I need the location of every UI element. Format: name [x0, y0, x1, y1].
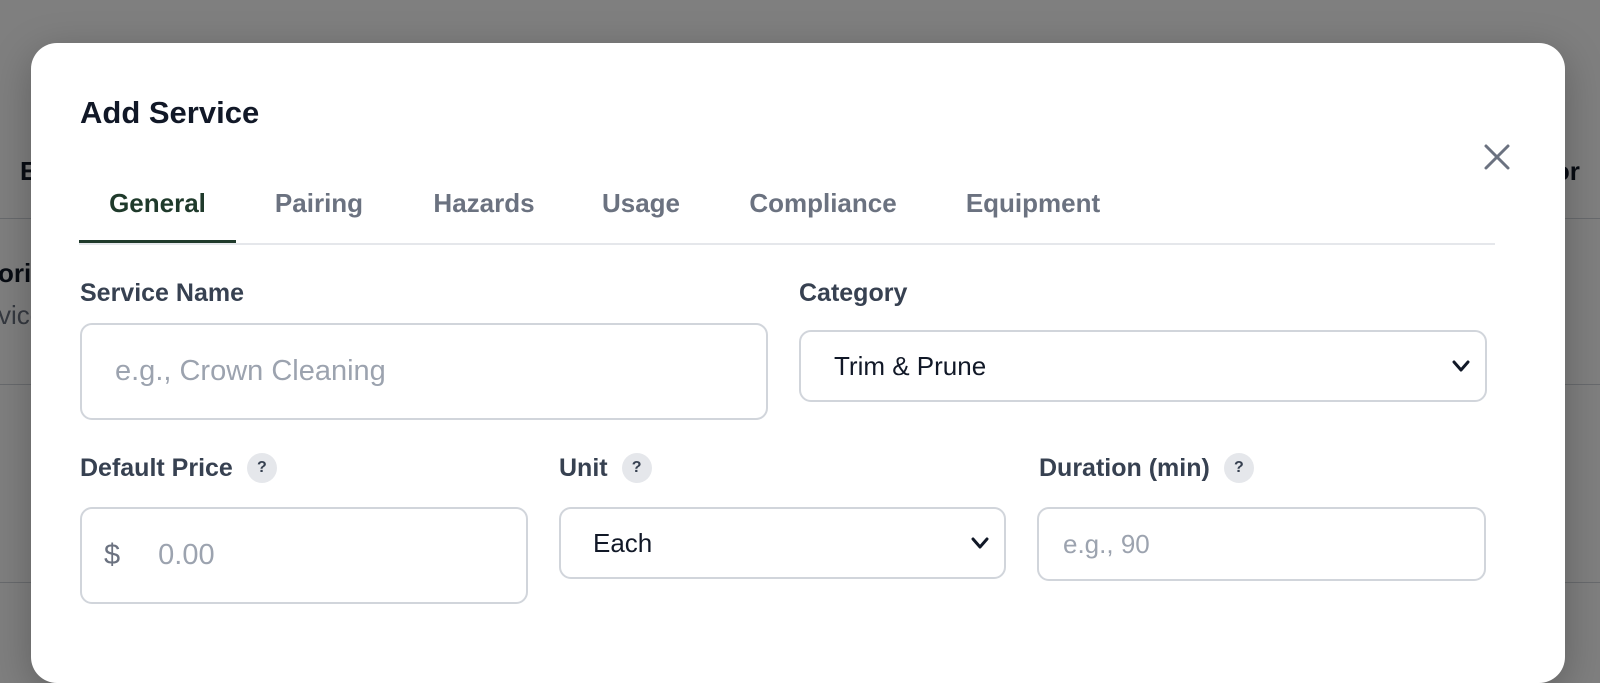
service-name-label: Service Name: [80, 279, 245, 307]
tab-label: Compliance: [749, 188, 897, 218]
unit-label: Unit ?: [559, 453, 652, 483]
tab-label: Equipment: [965, 188, 1101, 218]
duration-label: Duration (min) ?: [1039, 453, 1254, 483]
close-icon: [1484, 144, 1510, 170]
tab-label: General: [109, 188, 206, 218]
chevron-down-icon: [971, 537, 989, 549]
tab-label: Usage: [601, 188, 681, 218]
service-name-placeholder: e.g., Crown Cleaning: [115, 355, 386, 387]
tab-equipment[interactable]: Equipment: [930, 181, 1136, 237]
category-select[interactable]: Trim & Prune: [799, 330, 1487, 402]
tab-label: Pairing: [274, 188, 364, 218]
tab-compliance[interactable]: Compliance: [716, 181, 930, 237]
add-service-modal: Add Service General Pairing Hazards Usag…: [31, 43, 1565, 683]
default-price-input[interactable]: $ 0.00: [80, 507, 528, 604]
unit-selected-value: Each: [593, 527, 653, 558]
duration-input[interactable]: e.g., 90: [1037, 507, 1486, 581]
category-label: Category: [799, 279, 908, 307]
duration-help-icon[interactable]: ?: [1223, 453, 1254, 483]
tab-bar: General Pairing Hazards Usage Compliance…: [79, 181, 1495, 245]
tab-general[interactable]: General: [79, 181, 236, 243]
tab-usage[interactable]: Usage: [566, 181, 716, 237]
unit-select[interactable]: Each: [559, 507, 1006, 579]
close-button[interactable]: [1481, 141, 1513, 173]
chevron-down-icon: [1452, 360, 1470, 372]
unit-help-icon[interactable]: ?: [621, 453, 652, 483]
default-price-help-icon[interactable]: ?: [246, 453, 277, 483]
modal-title: Add Service: [80, 95, 260, 130]
tab-pairing[interactable]: Pairing: [236, 181, 402, 237]
category-selected-value: Trim & Prune: [834, 350, 987, 381]
service-name-input[interactable]: e.g., Crown Cleaning: [80, 323, 768, 420]
duration-placeholder: e.g., 90: [1063, 528, 1150, 559]
default-price-placeholder: 0.00: [158, 539, 215, 571]
default-price-label: Default Price ?: [80, 453, 277, 483]
currency-prefix: $: [104, 539, 121, 571]
tab-hazards[interactable]: Hazards: [402, 181, 566, 237]
tab-label: Hazards: [433, 188, 535, 218]
